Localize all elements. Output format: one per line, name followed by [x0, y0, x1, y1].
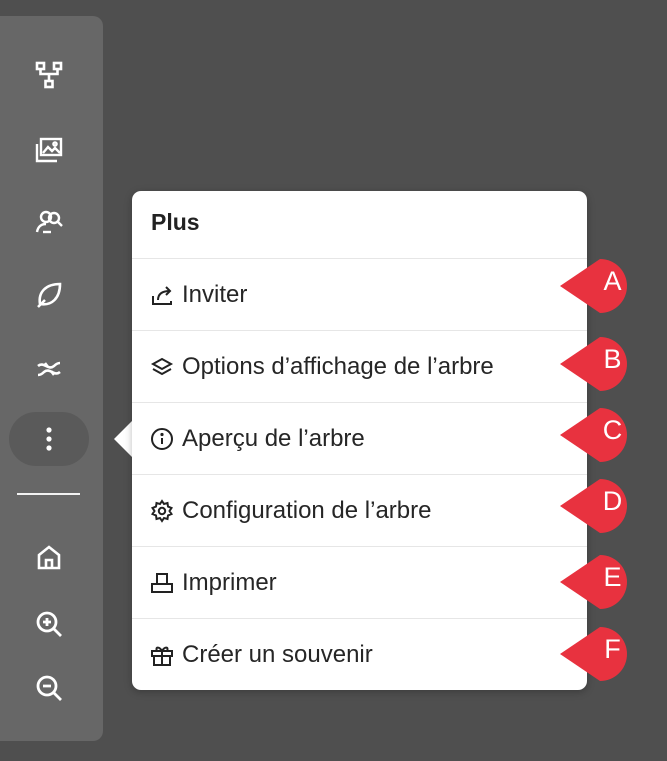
menu-item-label: Configuration de l’arbre: [182, 497, 432, 524]
menu-item-label: Créer un souvenir: [182, 641, 373, 668]
zoom-out-icon: [36, 675, 62, 701]
info-icon: [150, 427, 174, 451]
left-toolbar: [0, 16, 103, 741]
family-tree-icon: [35, 61, 63, 89]
hints-button[interactable]: [9, 268, 89, 322]
share-icon: [150, 283, 174, 307]
menu-item-create-keepsake[interactable]: Créer un souvenir: [132, 618, 587, 691]
menu-item-display-options[interactable]: Options d’affichage de l’arbre: [132, 330, 587, 403]
menu-title: Plus: [151, 209, 200, 235]
callout-letter: B: [603, 344, 622, 374]
menu-item-tree-overview[interactable]: Aperçu de l’arbre: [132, 402, 587, 475]
toolbar-divider: [17, 493, 80, 495]
more-options-icon: [46, 427, 52, 451]
menu-caret: [114, 421, 132, 457]
home-icon: [37, 545, 61, 570]
callout-letter: A: [603, 266, 622, 296]
callout-letter: D: [602, 486, 623, 516]
callout-letter: C: [602, 415, 623, 445]
menu-item-invite[interactable]: Inviter: [132, 258, 587, 331]
more-options-button[interactable]: [9, 412, 89, 466]
callout-marker-c: C: [560, 403, 667, 467]
layers-icon: [150, 355, 174, 379]
dna-button[interactable]: [9, 342, 89, 396]
callout-marker-e: E: [560, 550, 667, 614]
menu-item-label: Options d’affichage de l’arbre: [182, 353, 494, 380]
dna-icon: [37, 361, 61, 377]
callout-marker-d: D: [560, 474, 667, 538]
people-search-icon: [35, 210, 63, 234]
people-search-button[interactable]: [9, 194, 89, 248]
leaf-hint-icon: [37, 282, 62, 308]
callout-marker-a: A: [560, 254, 667, 318]
family-tree-button[interactable]: [9, 48, 89, 102]
callout-marker-b: B: [560, 332, 667, 396]
callout-letter: E: [603, 562, 622, 592]
menu-item-tree-settings[interactable]: Configuration de l’arbre: [132, 474, 587, 547]
callout-marker-f: F: [560, 622, 667, 686]
callout-letter: F: [604, 634, 621, 664]
menu-item-label: Inviter: [182, 281, 248, 308]
print-icon: [150, 571, 174, 595]
zoom-in-button[interactable]: [9, 597, 89, 651]
zoom-out-button[interactable]: [9, 661, 89, 715]
gift-icon: [150, 643, 174, 667]
more-menu: Plus Inviter Options d’affichage de l’ar…: [132, 191, 587, 690]
photos-button[interactable]: [9, 123, 89, 177]
menu-item-print[interactable]: Imprimer: [132, 546, 587, 619]
menu-item-label: Imprimer: [182, 569, 277, 596]
zoom-in-icon: [36, 611, 62, 637]
gear-icon: [150, 499, 174, 523]
home-button[interactable]: [9, 530, 89, 584]
photos-icon: [35, 137, 63, 163]
menu-item-label: Aperçu de l’arbre: [182, 425, 365, 452]
